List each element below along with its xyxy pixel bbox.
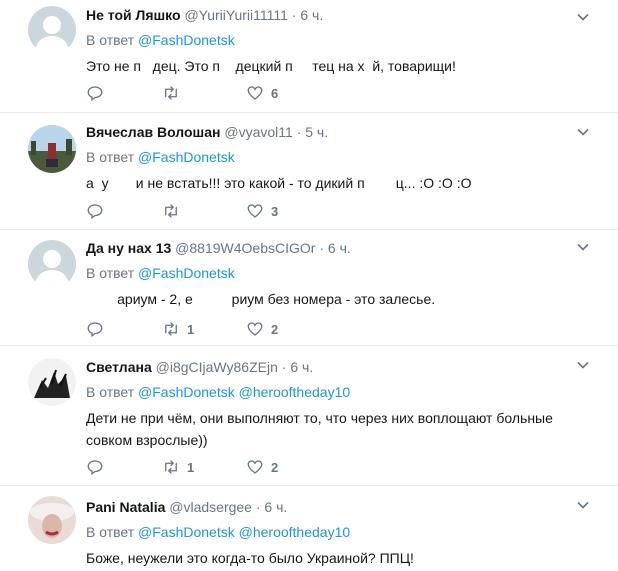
like-button[interactable]: 2 — [246, 319, 278, 339]
reply-label: В ответ — [86, 32, 135, 48]
tweet: Pani Natalia @vladsergee · 6 ч. В ответ … — [0, 486, 618, 571]
retweet-button[interactable] — [162, 201, 187, 221]
user-handle[interactable]: @i8gCIjaWy86ZEjn — [156, 359, 278, 375]
reply-button[interactable] — [86, 457, 111, 477]
tweet-text: ариум - 2, е риум без номера - это залес… — [86, 291, 436, 307]
like-count: 3 — [271, 203, 279, 219]
tweet: Да ну нах 13 @8819W4OebsCIGOr · 6 ч. В о… — [0, 230, 618, 346]
like-count: 2 — [271, 321, 279, 337]
reply-icon — [87, 86, 103, 102]
separator-dot: · — [296, 124, 302, 140]
display-name[interactable]: Да ну нах 13 — [86, 240, 171, 256]
tweet-text: Это не п дец. Это п децкий п тец на х й,… — [86, 58, 456, 74]
timestamp[interactable]: 6 ч. — [290, 359, 313, 375]
retweet-icon — [165, 460, 177, 474]
separator-dot: · — [319, 240, 324, 256]
timestamp[interactable]: 6 ч. — [264, 499, 287, 515]
reply-context: В ответ @FashDonetsk — [86, 264, 578, 282]
user-handle[interactable]: @YuriiYurii11111 — [184, 7, 287, 23]
tweet: Не той Ляшко @YuriiYurii11111 · 6 ч. В о… — [0, 0, 618, 113]
reply-context: В ответ @FashDonetsk — [86, 148, 578, 166]
avatar[interactable] — [28, 358, 76, 406]
user-handle[interactable]: @vyavol11 — [224, 124, 292, 140]
separator-dot: · — [291, 7, 297, 23]
like-button[interactable]: 3 — [246, 201, 278, 221]
mention-link[interactable]: @FashDonetsk — [138, 32, 235, 48]
user-handle[interactable]: @8819W4OebsCIGOr — [175, 240, 315, 256]
mention-link[interactable]: @herooftheday10 — [239, 524, 351, 540]
tweet-text: Дети не при чём, они выполняют то, что ч… — [86, 410, 553, 448]
reply-button[interactable] — [86, 83, 111, 103]
retweet-count: 1 — [187, 459, 195, 475]
tweet-header: Pani Natalia @vladsergee · 6 ч. — [86, 498, 578, 516]
caret-down-icon[interactable] — [576, 10, 590, 24]
like-count: 6 — [271, 85, 279, 101]
avatar[interactable] — [28, 125, 76, 173]
mention-link[interactable]: @FashDonetsk — [138, 384, 235, 400]
timestamp[interactable]: 6 ч. — [300, 7, 323, 23]
reply-label: В ответ — [86, 149, 135, 165]
avatar[interactable] — [28, 240, 76, 288]
separator-dot: · — [255, 499, 261, 515]
like-button[interactable]: 2 — [246, 457, 278, 477]
display-name[interactable]: Pani Natalia — [86, 499, 165, 515]
display-name[interactable]: Вячеслав Волошан — [86, 124, 220, 140]
caret-down-icon[interactable] — [576, 125, 590, 139]
avatar[interactable] — [28, 496, 76, 544]
tweet-text: а у и не встать!!! это какой - то дикий … — [86, 175, 472, 191]
like-count: 2 — [271, 459, 279, 475]
reply-button[interactable] — [86, 319, 111, 339]
like-icon — [247, 204, 263, 218]
tweet-text: Боже, неужели это когда-то было Украиной… — [86, 550, 414, 566]
mention-link[interactable]: @FashDonetsk — [138, 524, 235, 540]
timestamp[interactable]: 6 ч. — [328, 240, 351, 256]
retweet-button[interactable] — [162, 83, 187, 103]
reply-label: В ответ — [86, 384, 135, 400]
like-icon — [247, 322, 263, 336]
retweet-button[interactable]: 1 — [162, 319, 194, 339]
like-button[interactable]: 6 — [246, 83, 278, 103]
reply-context: В ответ @FashDonetsk @herooftheday10 — [86, 383, 578, 401]
tweet-header: Светлана @i8gCIjaWy86ZEjn · 6 ч. — [86, 358, 578, 376]
retweet-icon — [165, 204, 177, 218]
mention-link[interactable]: @herooftheday10 — [239, 384, 351, 400]
tweet-header: Вячеслав Волошан @vyavol11 · 5 ч. — [86, 123, 578, 141]
caret-down-icon[interactable] — [576, 240, 590, 254]
retweet-icon — [165, 322, 177, 336]
tweet: Светлана @i8gCIjaWy86ZEjn · 6 ч. В ответ… — [0, 346, 618, 486]
timestamp[interactable]: 5 ч. — [305, 124, 328, 140]
display-name[interactable]: Светлана — [86, 359, 152, 375]
mention-link[interactable]: @FashDonetsk — [138, 149, 235, 165]
mention-link[interactable]: @FashDonetsk — [138, 265, 235, 281]
retweet-count: 1 — [187, 321, 195, 337]
retweet-button[interactable]: 1 — [162, 457, 194, 477]
caret-down-icon[interactable] — [576, 498, 590, 512]
reply-icon — [87, 460, 103, 476]
display-name[interactable]: Не той Ляшко — [86, 7, 181, 23]
retweet-icon — [165, 86, 177, 100]
reply-icon — [87, 204, 103, 220]
reply-context: В ответ @FashDonetsk @herooftheday10 — [86, 523, 578, 541]
reply-label: В ответ — [86, 265, 135, 281]
tweet-header: Не той Ляшко @YuriiYurii11111 · 6 ч. — [86, 6, 578, 24]
user-handle[interactable]: @vladsergee — [169, 499, 252, 515]
tweet-header: Да ну нах 13 @8819W4OebsCIGOr · 6 ч. — [86, 239, 578, 257]
like-icon — [247, 86, 263, 100]
like-icon — [247, 460, 263, 474]
reply-button[interactable] — [86, 201, 111, 221]
caret-down-icon[interactable] — [576, 358, 590, 372]
separator-dot: · — [281, 359, 287, 375]
reply-context: В ответ @FashDonetsk — [86, 31, 578, 49]
reply-label: В ответ — [86, 524, 135, 540]
reply-icon — [87, 322, 103, 338]
avatar[interactable] — [28, 6, 76, 54]
tweet: Вячеслав Волошан @vyavol11 · 5 ч. В отве… — [0, 113, 618, 230]
